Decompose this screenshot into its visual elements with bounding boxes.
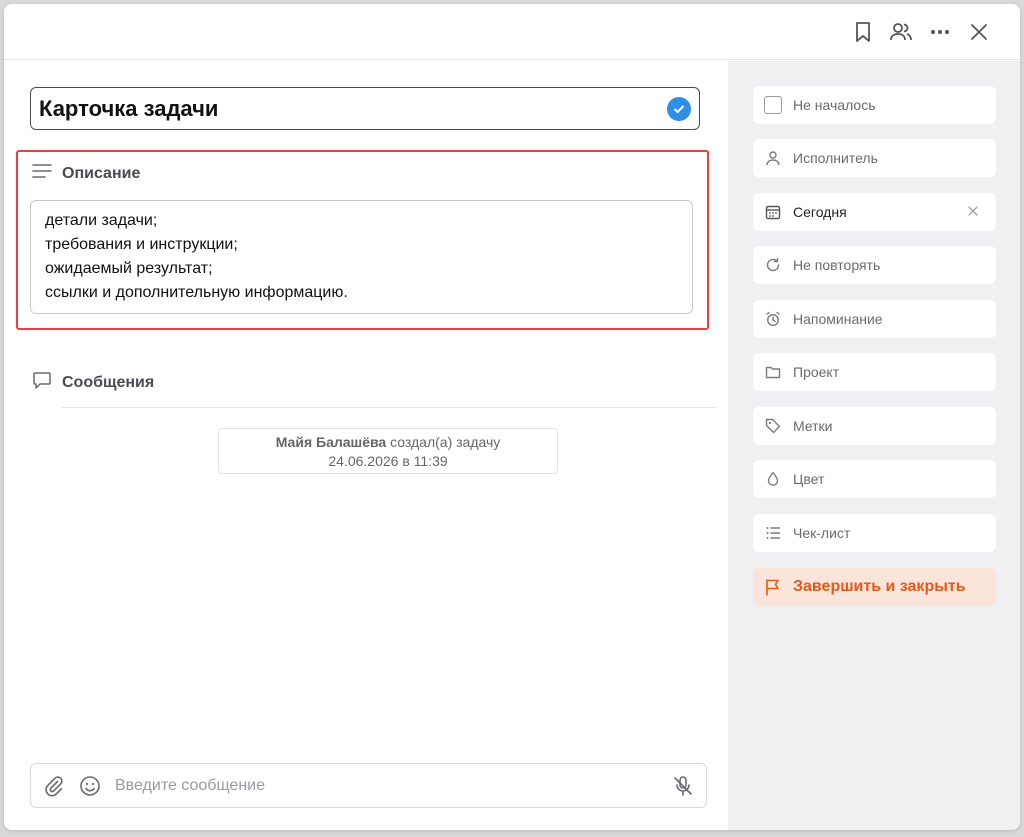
description-line: ожидаемый результат; bbox=[45, 260, 213, 277]
mic-off-icon[interactable] bbox=[670, 773, 696, 799]
calendar-icon bbox=[764, 203, 782, 221]
bookmark-icon[interactable] bbox=[849, 18, 877, 46]
message-action: создал(а) задачу bbox=[390, 434, 501, 450]
flag-icon bbox=[764, 578, 782, 596]
message-timestamp: 24.06.2026 в 11:39 bbox=[328, 453, 448, 469]
task-card-window: Описание детали задачи; требования и инс… bbox=[4, 4, 1020, 830]
droplet-icon bbox=[764, 470, 782, 488]
user-icon bbox=[764, 149, 782, 167]
folder-icon bbox=[764, 363, 782, 381]
chat-bubble-icon bbox=[32, 370, 52, 395]
task-title-field[interactable] bbox=[30, 87, 700, 130]
text-lines-icon bbox=[32, 162, 52, 185]
tags-button[interactable]: Метки bbox=[753, 407, 996, 445]
task-main-pane: Описание детали задачи; требования и инс… bbox=[4, 61, 728, 830]
status-checkbox-icon[interactable] bbox=[764, 96, 782, 114]
project-label: Проект bbox=[793, 364, 840, 380]
more-options-icon[interactable] bbox=[926, 18, 954, 46]
description-line: детали задачи; bbox=[45, 212, 158, 229]
message-composer bbox=[30, 763, 707, 808]
emoji-smile-icon[interactable] bbox=[77, 773, 103, 799]
checklist-button[interactable]: Чек-лист bbox=[753, 514, 996, 552]
finish-label: Завершить и закрыть bbox=[793, 578, 966, 595]
participants-icon[interactable] bbox=[887, 18, 915, 46]
project-button[interactable]: Проект bbox=[753, 353, 996, 391]
repeat-label: Не повторять bbox=[793, 257, 881, 273]
messages-heading: Сообщения bbox=[62, 373, 155, 391]
tag-icon bbox=[764, 417, 782, 435]
close-icon[interactable] bbox=[965, 18, 993, 46]
repeat-button[interactable]: Не повторять bbox=[753, 246, 996, 284]
confirm-title-icon[interactable] bbox=[667, 96, 691, 121]
due-date-label: Сегодня bbox=[793, 204, 847, 220]
description-line: требования и инструкции; bbox=[45, 236, 238, 253]
description-line: ссылки и дополнительную информацию. bbox=[45, 284, 348, 301]
messages-header: Сообщения bbox=[32, 370, 154, 395]
alarm-clock-icon bbox=[764, 310, 782, 328]
reminder-button[interactable]: Напоминание bbox=[753, 300, 996, 338]
color-button[interactable]: Цвет bbox=[753, 460, 996, 498]
reminder-label: Напоминание bbox=[793, 311, 883, 327]
message-author: Майя Балашёва bbox=[275, 434, 387, 450]
tags-label: Метки bbox=[793, 418, 833, 434]
clear-date-icon[interactable] bbox=[966, 204, 980, 218]
message-input[interactable] bbox=[115, 776, 670, 795]
color-label: Цвет bbox=[793, 471, 825, 487]
status-label: Не началось bbox=[793, 97, 876, 113]
repeat-icon bbox=[764, 256, 782, 274]
window-toolbar bbox=[4, 4, 1020, 60]
checklist-icon bbox=[764, 524, 782, 542]
assignee-label: Исполнитель bbox=[793, 150, 878, 166]
system-message: Майя Балашёва создал(а) задачу 24.06.202… bbox=[218, 428, 558, 474]
task-title-input[interactable] bbox=[39, 95, 667, 122]
description-heading: Описание bbox=[62, 164, 141, 182]
messages-divider bbox=[62, 407, 716, 408]
description-field[interactable]: детали задачи; требования и инструкции; … bbox=[30, 200, 693, 314]
description-header: Описание bbox=[32, 162, 140, 185]
assignee-button[interactable]: Исполнитель bbox=[753, 139, 996, 177]
status-button[interactable]: Не началось bbox=[753, 86, 996, 124]
attach-paperclip-icon[interactable] bbox=[41, 773, 67, 799]
task-properties-sidebar: Не началось Исполнитель Сегодня Не повто… bbox=[728, 61, 1020, 830]
finish-and-close-button[interactable]: Завершить и закрыть bbox=[753, 568, 996, 606]
due-date-button[interactable]: Сегодня bbox=[753, 193, 996, 231]
checklist-label: Чек-лист bbox=[793, 525, 851, 541]
